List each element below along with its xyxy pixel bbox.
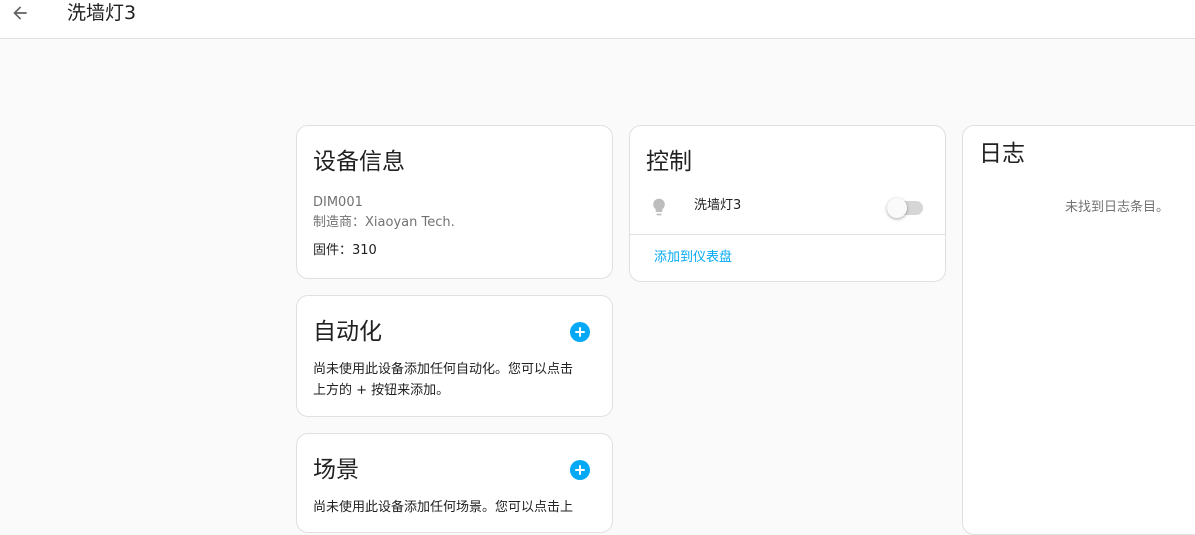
card-actions-divider [630, 234, 945, 235]
logbook-empty-text: 未找到日志条目。 [1065, 200, 1170, 215]
page-title: 洗墙灯3 [67, 2, 137, 24]
automation-card: 自动化 尚未使用此设备添加任何自动化。您可以点击 上方的 + 按钮来添加。 [296, 295, 613, 417]
firmware-label: 固件： [313, 243, 353, 258]
firmware-value: 310 [352, 243, 377, 258]
entity-toggle[interactable] [887, 197, 925, 218]
logbook-title: 日志 [979, 141, 1025, 167]
automation-description-line1: 尚未使用此设备添加任何自动化。您可以点击 [313, 362, 574, 377]
automation-description-line2: 上方的 + 按钮来添加。 [313, 383, 450, 398]
automation-title: 自动化 [313, 319, 382, 345]
automation-description: 尚未使用此设备添加任何自动化。您可以点击 上方的 + 按钮来添加。 [313, 359, 603, 401]
manufacturer-value: Xiaoyan Tech. [365, 215, 455, 230]
scene-description-line1: 尚未使用此设备添加任何场景。您可以点击上 [313, 500, 574, 515]
add-scene-button[interactable] [570, 460, 590, 480]
control-title: 控制 [646, 149, 692, 175]
device-firmware: 固件：310 [313, 241, 377, 261]
device-model: DIM001 [313, 195, 363, 210]
entity-name: 洗墙灯3 [694, 198, 742, 213]
manufacturer-label: 制造商： [313, 215, 366, 230]
device-manufacturer: 制造商：Xiaoyan Tech. [313, 213, 455, 233]
arrow-left-icon [13, 6, 27, 20]
scene-card: 场景 尚未使用此设备添加任何场景。您可以点击上 [296, 433, 613, 533]
add-to-dashboard-button[interactable]: 添加到仪表盘 [654, 249, 732, 267]
lightbulb-icon [653, 198, 665, 216]
toggle-thumb [887, 198, 907, 218]
entity-row[interactable]: 洗墙灯3 [630, 192, 945, 222]
top-app-bar: 洗墙灯3 [0, 0, 1195, 39]
scene-title: 场景 [313, 457, 359, 483]
add-automation-button[interactable] [570, 322, 590, 342]
device-info-card: 设备信息 DIM001 制造商：Xiaoyan Tech. 固件：310 [296, 125, 613, 279]
scene-description: 尚未使用此设备添加任何场景。您可以点击上 [313, 497, 603, 518]
control-card: 控制 洗墙灯3 添加到仪表盘 [629, 125, 946, 282]
back-button[interactable] [4, 0, 36, 26]
logbook-card: 日志 未找到日志条目。 [962, 125, 1195, 535]
device-info-title: 设备信息 [313, 149, 405, 175]
